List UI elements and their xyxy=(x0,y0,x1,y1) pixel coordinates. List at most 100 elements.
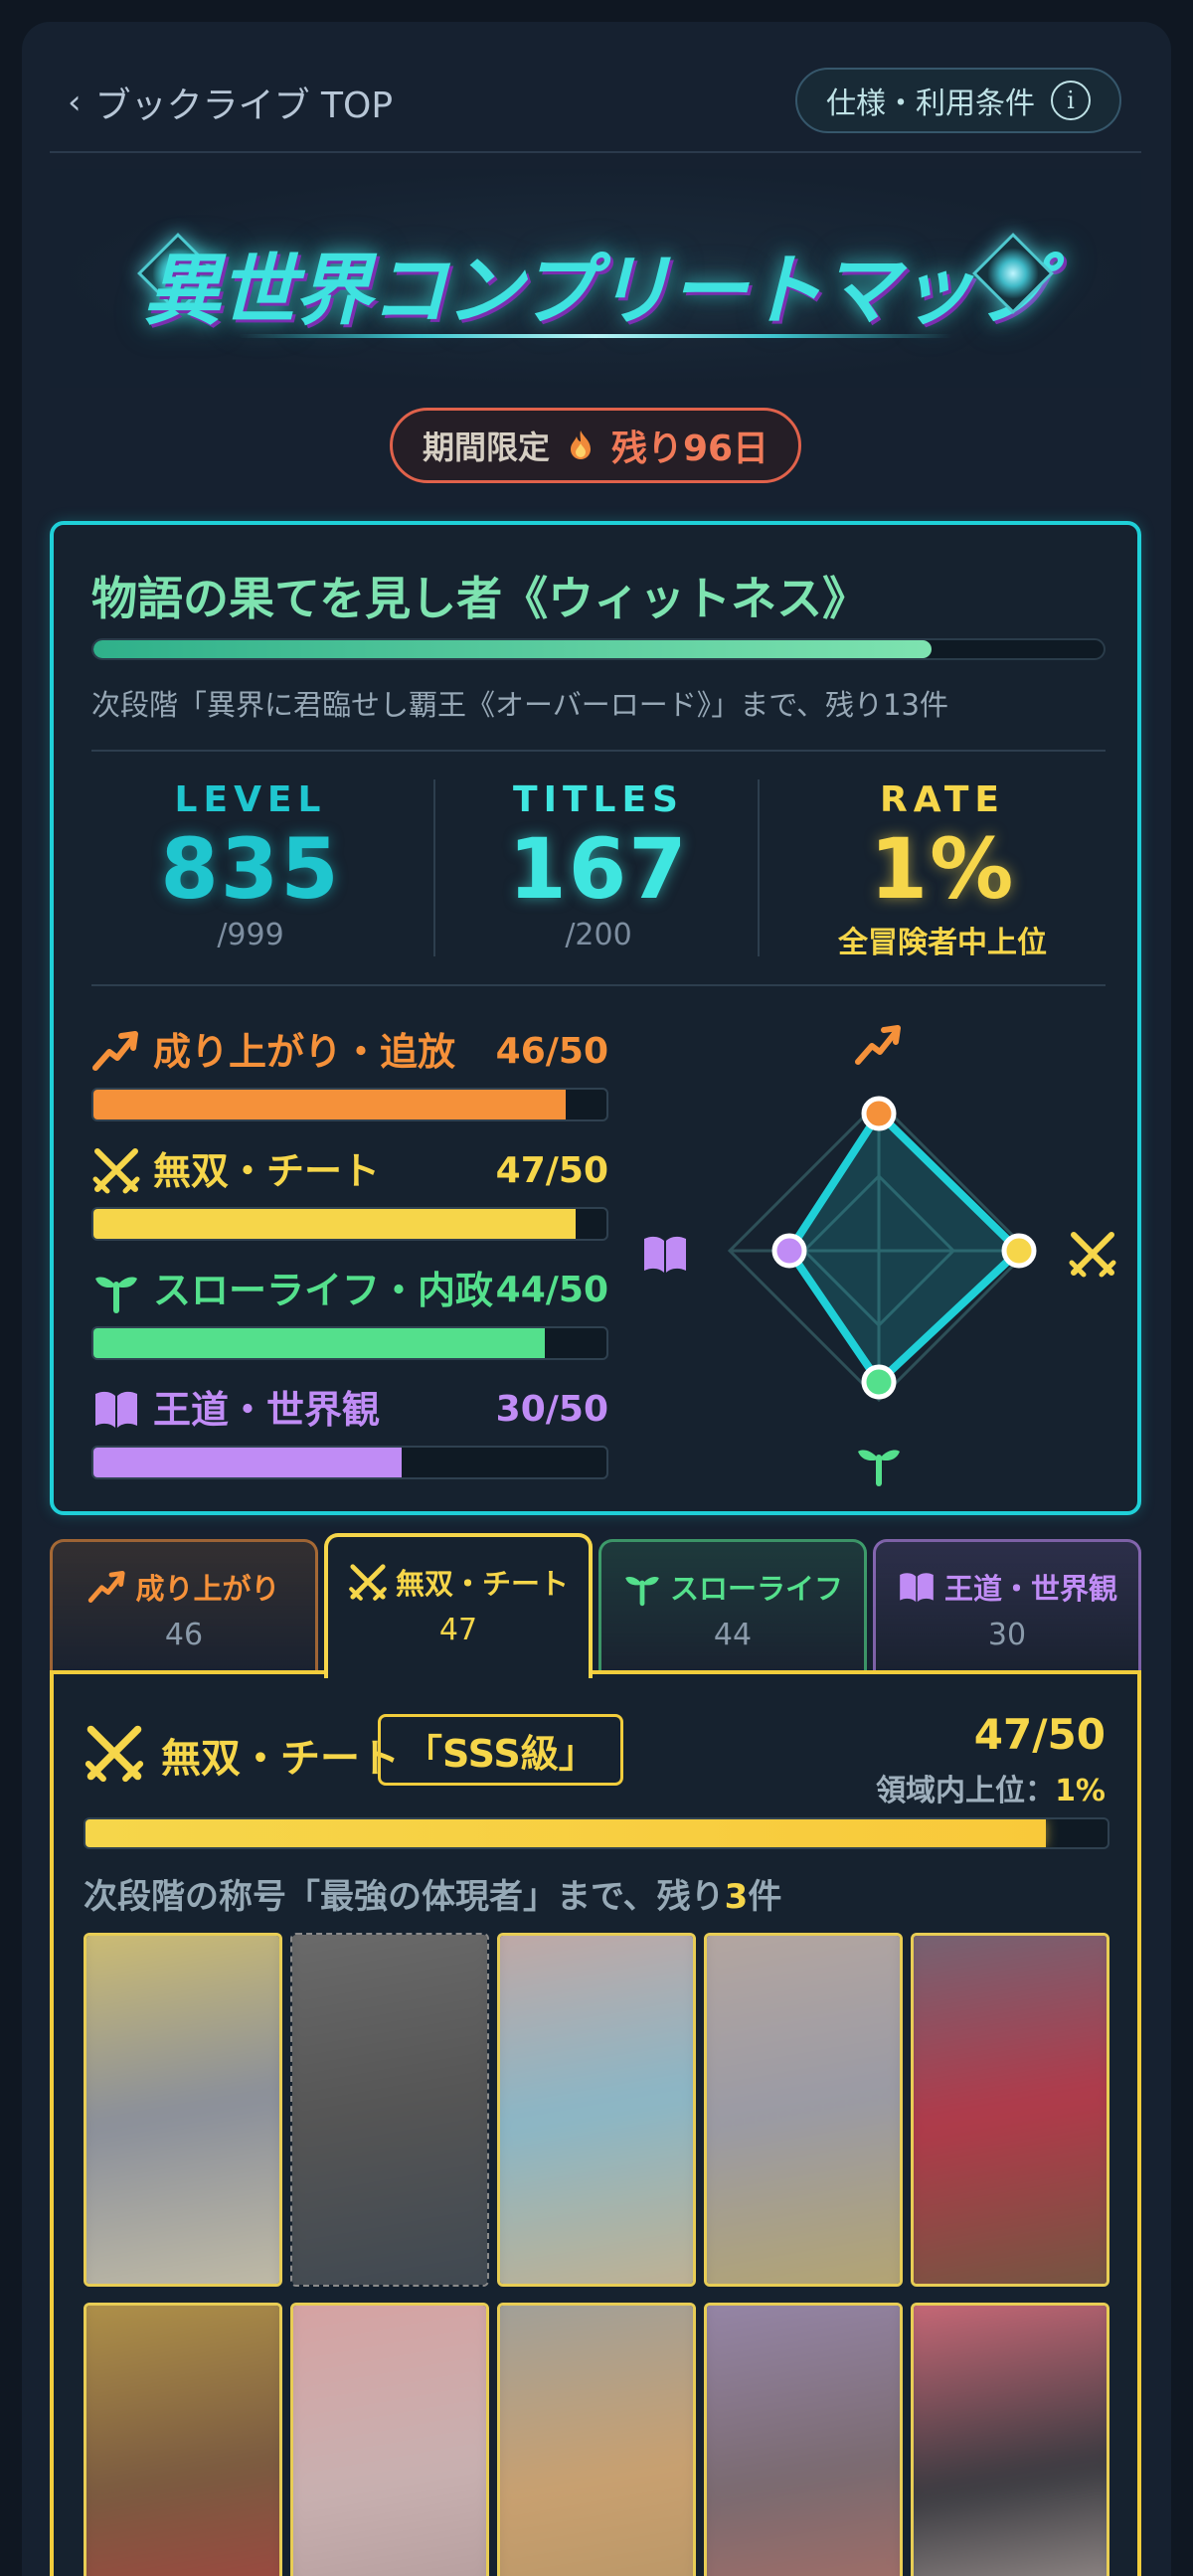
category-name: 王道・世界観 xyxy=(153,1388,381,1432)
book-card[interactable] xyxy=(84,1933,282,2287)
category-progress-bar xyxy=(91,1326,608,1360)
book-cover-image xyxy=(86,2306,279,2576)
open-book-icon xyxy=(644,1236,686,1273)
rank-progress-bar xyxy=(91,638,1106,660)
stat-rate: RATE 1% 全冒険者中上位 xyxy=(773,779,1111,961)
book-cover-image xyxy=(292,1935,487,2285)
back-link-label: ブックライブ TOP xyxy=(94,86,394,126)
next-title-prefix: 次段階の称号「最強の体現者」まで、残り xyxy=(84,1877,725,1917)
tab-label: 成り上がり xyxy=(135,1572,280,1606)
category-row-oudou[interactable]: 王道・世界観 30/50 xyxy=(91,1384,608,1493)
trending-up-icon xyxy=(88,1571,126,1603)
category-detail-panel: 無双・チート 「SSS級」 47/50 領域内上位：1% 次段階の称号「最強の体… xyxy=(50,1670,1141,2576)
tab-label: 王道・世界観 xyxy=(943,1572,1117,1606)
stat-rate-value: 1% xyxy=(869,820,1016,918)
stat-rate-label: RATE xyxy=(880,779,1005,820)
book-card[interactable] xyxy=(911,2303,1109,2576)
detail-rank: 領域内上位：1% xyxy=(876,1766,1106,1809)
book-card[interactable] xyxy=(84,2303,282,2576)
radar-chart xyxy=(644,1025,1116,1486)
next-title-count: 3 xyxy=(724,1877,749,1917)
category-progress-bar xyxy=(91,1207,608,1241)
stat-titles-value: 167 xyxy=(508,820,689,918)
category-name: 成り上がり・追放 xyxy=(153,1030,456,1074)
category-row-slowlife[interactable]: スローライフ・内政 44/50 xyxy=(91,1265,608,1374)
category-progress-fill xyxy=(93,1328,546,1358)
book-card[interactable] xyxy=(290,2303,489,2576)
detail-progress-fill xyxy=(85,1819,1047,1847)
book-card[interactable] xyxy=(704,1933,903,2287)
trending-up-icon xyxy=(855,1025,901,1065)
tab-label: スローライフ xyxy=(669,1572,843,1606)
category-name: スローライフ・内政 xyxy=(153,1269,494,1312)
open-book-icon xyxy=(900,1573,934,1603)
tab-oudou[interactable]: 王道・世界観 30 xyxy=(873,1539,1141,1674)
terms-button-label: 仕様・利用条件 xyxy=(826,86,1035,121)
book-card[interactable] xyxy=(704,2303,903,2576)
terms-button[interactable]: 仕様・利用条件 i xyxy=(795,68,1121,133)
crossed-swords-icon xyxy=(1069,1232,1116,1278)
next-rank-text: 次段階「異界に君臨せし覇王《オーバーロード》」まで、残り13件 xyxy=(91,688,948,722)
tab-slowlife[interactable]: スローライフ 44 xyxy=(598,1539,867,1674)
book-cover-image xyxy=(707,2306,900,2576)
next-title-suffix: 件 xyxy=(748,1877,782,1917)
logo-title: 異世界コンプリートマップ xyxy=(143,247,1050,336)
stat-level-value: 835 xyxy=(160,820,341,918)
stat-level: LEVEL 835 /999 xyxy=(82,779,420,952)
category-progress-bar xyxy=(91,1088,608,1121)
logo-underline xyxy=(239,334,952,338)
info-icon: i xyxy=(1051,81,1091,120)
rank-progress-fill xyxy=(93,640,933,658)
rank-title: 物語の果てを見し者《ウィットネス》 xyxy=(91,572,869,625)
crossed-swords-icon xyxy=(92,1148,140,1194)
tab-count: 47 xyxy=(438,1613,478,1647)
chevron-left-icon: ‹ xyxy=(68,83,82,122)
stat-titles-label: TITLES xyxy=(513,779,684,820)
category-progress-bar xyxy=(91,1446,608,1479)
profile-card: 物語の果てを見し者《ウィットネス》 次段階「異界に君臨せし覇王《オーバーロード》… xyxy=(50,521,1141,1515)
book-cover-image xyxy=(914,1936,1107,2284)
hero-banner: 異世界コンプリートマップ xyxy=(50,169,1141,388)
sprout-icon xyxy=(625,1576,659,1607)
crossed-swords-icon xyxy=(85,1725,144,1783)
crossed-swords-icon xyxy=(349,1564,387,1601)
category-score: 46/50 xyxy=(495,1031,608,1072)
sprout-icon xyxy=(858,1450,900,1486)
tab-musou[interactable]: 無双・チート 47 xyxy=(324,1533,593,1678)
category-progress-fill xyxy=(93,1090,566,1119)
tab-label: 無双・チート xyxy=(395,1567,569,1601)
trending-up-icon xyxy=(92,1031,138,1071)
category-score: 47/50 xyxy=(495,1150,608,1191)
category-row-musou[interactable]: 無双・チート 47/50 xyxy=(91,1145,608,1255)
stat-titles: TITLES 167 /200 xyxy=(429,779,767,952)
book-card[interactable] xyxy=(911,1933,1109,2287)
sprout-icon xyxy=(95,1277,137,1313)
next-title-text: 次段階の称号「最強の体現者」まで、残り3件 xyxy=(84,1869,781,1918)
radar-point xyxy=(861,1096,897,1131)
radar-shape xyxy=(785,1110,1023,1386)
category-progress-fill xyxy=(93,1209,577,1239)
radar-point xyxy=(771,1233,807,1269)
tab-count: 30 xyxy=(987,1618,1027,1652)
tab-count: 46 xyxy=(164,1618,204,1652)
category-name: 無双・チート xyxy=(153,1149,381,1193)
back-to-top-link[interactable]: ‹ ブックライブ TOP xyxy=(68,70,393,135)
category-row-nariagari[interactable]: 成り上がり・追放 46/50 xyxy=(91,1026,608,1135)
limited-label: 期間限定 xyxy=(422,429,550,466)
tab-nariagari[interactable]: 成り上がり 46 xyxy=(50,1539,318,1674)
stat-rate-sub: 全冒険者中上位 xyxy=(838,926,1047,960)
detail-rank-value: 1% xyxy=(1055,1774,1106,1808)
open-book-icon xyxy=(95,1391,137,1428)
detail-progress-bar xyxy=(84,1817,1109,1849)
book-cover-image xyxy=(914,2306,1107,2576)
book-card[interactable] xyxy=(290,1933,489,2287)
detail-rank-label: 領域内上位： xyxy=(876,1774,1056,1808)
book-card[interactable] xyxy=(497,2303,696,2576)
detail-category-name: 無双・チート xyxy=(161,1736,400,1782)
detail-score: 47/50 xyxy=(973,1710,1106,1759)
stat-titles-sub: /200 xyxy=(565,918,632,952)
book-card[interactable] xyxy=(497,1933,696,2287)
book-cover-image xyxy=(293,2306,486,2576)
stat-divider xyxy=(758,779,760,956)
radar-point xyxy=(1001,1233,1037,1269)
